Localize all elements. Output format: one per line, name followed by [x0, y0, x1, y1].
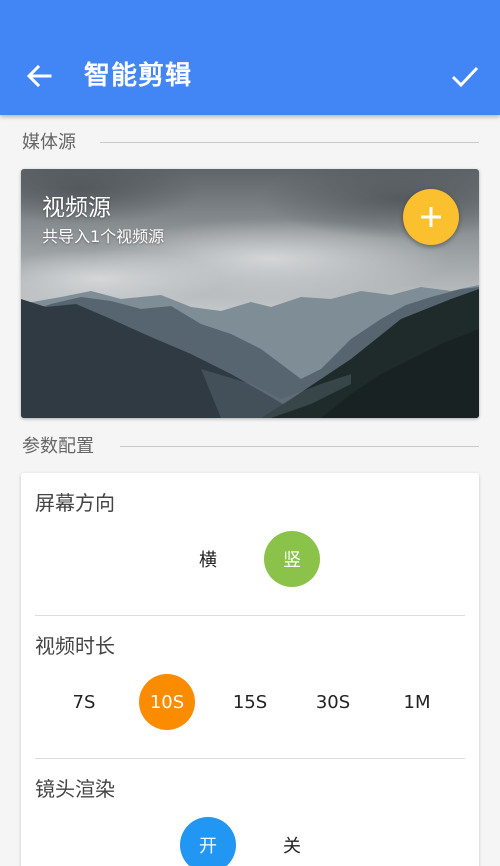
- orientation-option-landscape[interactable]: 横: [180, 531, 236, 587]
- screen-orientation-title: 屏幕方向: [35, 491, 115, 515]
- video-duration-title: 视频时长: [35, 634, 115, 658]
- section-divider: [120, 446, 479, 447]
- config-divider: [35, 615, 465, 616]
- page-title: 智能剪辑: [84, 61, 193, 91]
- config-divider: [35, 758, 465, 759]
- plus-icon: [421, 207, 441, 227]
- config-section-label: 参数配置: [22, 436, 94, 457]
- media-section-label: 媒体源: [22, 132, 76, 153]
- confirm-button[interactable]: [448, 58, 482, 94]
- checkmark-icon: [451, 66, 479, 88]
- duration-option-15s[interactable]: 15S: [222, 674, 278, 730]
- duration-option-7s[interactable]: 7S: [56, 674, 112, 730]
- section-divider: [100, 142, 479, 143]
- duration-option-10s[interactable]: 10S: [139, 674, 195, 730]
- media-card-subtitle: 共导入1个视频源: [42, 227, 165, 246]
- app-bar: 智能剪辑: [0, 0, 500, 115]
- lens-render-title: 镜头渲染: [35, 777, 115, 801]
- render-option-off[interactable]: 关: [264, 817, 320, 866]
- add-video-button[interactable]: [403, 189, 459, 245]
- media-source-card[interactable]: 视频源 共导入1个视频源: [21, 169, 479, 418]
- config-card: 屏幕方向 横 竖 视频时长 7S 10S 15S 30S 1M 镜头渲染 开 关: [21, 473, 479, 866]
- duration-option-1m[interactable]: 1M: [389, 674, 445, 730]
- arrow-left-icon: [26, 64, 52, 88]
- back-button[interactable]: [22, 58, 56, 94]
- orientation-option-portrait[interactable]: 竖: [264, 531, 320, 587]
- duration-option-30s[interactable]: 30S: [305, 674, 361, 730]
- media-card-title: 视频源: [42, 195, 111, 221]
- render-option-on[interactable]: 开: [180, 817, 236, 866]
